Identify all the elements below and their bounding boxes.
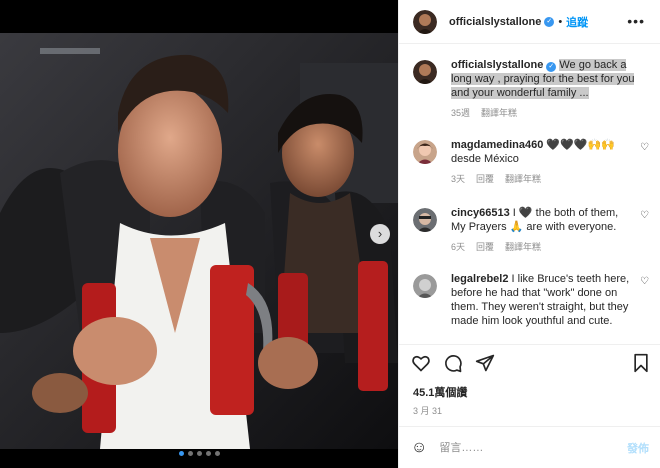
post-comment-button[interactable]: 發佈 (627, 440, 649, 456)
commenter-avatar[interactable] (413, 140, 437, 164)
comment-icon[interactable] (443, 353, 463, 373)
comments-list: officialslystallone ✓ We go back a long w… (399, 44, 660, 344)
action-bar (399, 344, 660, 380)
comment-body: magdamedina460 🖤🖤🖤🙌🙌 desde México 3天 回覆 … (451, 138, 635, 186)
author-username[interactable]: officialslystallone (449, 16, 541, 28)
commenter-avatar[interactable] (413, 274, 437, 298)
commenter-username[interactable]: legalrebel2 (451, 273, 508, 285)
comment-input[interactable] (439, 441, 627, 454)
comment-composer: ☺ 發佈 (399, 426, 660, 468)
like-comment-heart-icon[interactable]: ♡ (640, 210, 649, 221)
share-icon[interactable] (475, 353, 495, 373)
like-comment-heart-icon[interactable]: ♡ (640, 276, 649, 287)
like-comment-heart-icon[interactable]: ♡ (640, 142, 649, 153)
follow-button[interactable]: 追蹤 (566, 14, 588, 30)
caption-body: officialslystallone ✓ We go back a long w… (451, 58, 635, 120)
emoji-icon[interactable]: ☺ (411, 439, 427, 457)
caption-translate[interactable]: 翻譯年糕 (481, 106, 517, 120)
reply-button[interactable]: 回覆 (476, 172, 494, 186)
caption-avatar[interactable] (413, 60, 437, 84)
post-date: 3 月 31 (413, 406, 443, 416)
post-sidebar: officialslystallone ✓ • 追蹤 ••• officials… (398, 0, 660, 468)
translate-button[interactable]: 翻譯年糕 (505, 172, 541, 186)
comment-body: cincy66513 I 🖤 the both of them, My Pray… (451, 206, 635, 254)
carousel-dot (215, 451, 220, 456)
comment-time: 6天 (451, 242, 466, 252)
likes-count[interactable]: 45.1萬個讚 (413, 384, 467, 400)
verified-badge-icon: ✓ (544, 16, 555, 27)
comment-body: legalrebel2 I like Bruce's teeth here, b… (451, 272, 635, 328)
post-header: officialslystallone ✓ • 追蹤 ••• (399, 0, 660, 44)
reply-button[interactable]: 回覆 (476, 240, 494, 254)
bookmark-icon[interactable] (631, 353, 651, 373)
commenter-avatar[interactable] (413, 208, 437, 232)
comment-time: 3天 (451, 174, 466, 184)
commenter-username[interactable]: magdamedina460 (451, 139, 543, 151)
commenter-username[interactable]: cincy66513 (451, 207, 510, 219)
carousel-dot (179, 451, 184, 456)
translate-button[interactable]: 翻譯年糕 (505, 240, 541, 254)
more-options-icon[interactable]: ••• (627, 13, 645, 29)
separator-dot: • (558, 15, 563, 28)
carousel-indicator (179, 451, 220, 456)
author-avatar[interactable] (413, 9, 437, 34)
post-media: › (0, 0, 398, 468)
carousel-dot (188, 451, 193, 456)
heart-icon[interactable] (411, 353, 431, 373)
caption-username[interactable]: officialslystallone (451, 59, 543, 71)
carousel-dot (206, 451, 211, 456)
next-slide-button[interactable]: › (370, 224, 390, 244)
verified-badge-icon: ✓ (546, 62, 557, 72)
carousel-dot (197, 451, 202, 456)
caption-time: 35週 (451, 108, 471, 118)
post-photo (0, 33, 398, 449)
